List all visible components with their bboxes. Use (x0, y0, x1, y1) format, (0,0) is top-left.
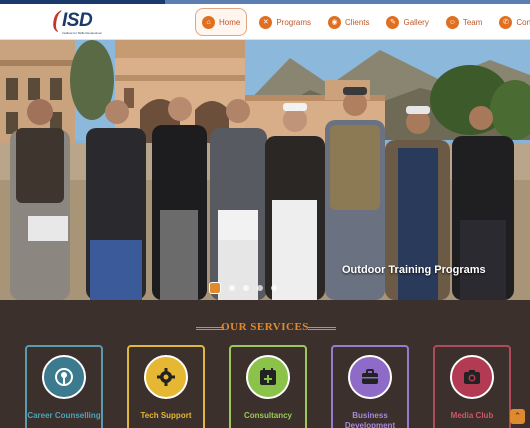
nav-item-programs[interactable]: ✕ Programs (254, 8, 316, 36)
service-card-tech-support[interactable]: Tech Support (127, 345, 205, 428)
header-top-strip (0, 0, 530, 4)
hero-photo (0, 40, 530, 300)
nav-item-label: Contact (516, 17, 530, 27)
slider-dot-3[interactable] (243, 285, 249, 291)
service-card-label: Business Development (344, 411, 396, 428)
service-card-career-counselling[interactable]: Career Counselling (25, 345, 103, 428)
gallery-icon: ✎ (386, 15, 400, 29)
mic-icon (42, 355, 86, 399)
title-divider-right (308, 327, 336, 330)
nav-item-gallery[interactable]: ✎ Gallery (381, 8, 433, 36)
service-card-business-development[interactable]: Business Development (331, 345, 409, 428)
logo-text: ISD (62, 10, 93, 31)
site-logo[interactable]: ( ISD Institute for Skills Development (52, 6, 112, 38)
nav-item-label: Home (219, 17, 241, 27)
service-card-consultancy[interactable]: Consultancy (229, 345, 307, 428)
nav-item-label: Programs (276, 17, 312, 27)
clients-icon: ◉ (328, 15, 342, 29)
site-header: ( ISD Institute for Skills Development ⌂… (0, 0, 530, 40)
slider-dot-2[interactable] (229, 285, 235, 291)
service-card-label: Consultancy (243, 411, 292, 420)
slider-dots (209, 282, 285, 294)
nav-item-label: Clients (345, 17, 370, 27)
nav-item-clients[interactable]: ◉ Clients (323, 8, 374, 36)
team-icon: ☺ (445, 15, 459, 29)
hero-slider[interactable]: Outdoor Training Programs (0, 40, 530, 300)
logo-mark: ( (52, 7, 60, 33)
service-card-label: Tech Support (140, 411, 192, 420)
logo-tagline: Institute for Skills Development (62, 31, 102, 34)
briefcase-icon (348, 355, 392, 399)
slider-dot-4[interactable] (257, 285, 263, 291)
programs-icon: ✕ (259, 15, 273, 29)
nav-item-label: Gallery (403, 17, 429, 27)
slide-caption: Outdoor Training Programs (342, 264, 486, 276)
nav-item-label: Team (462, 17, 483, 27)
slider-dot-5[interactable] (271, 285, 277, 291)
services-title: OUR SERVICES (221, 321, 309, 333)
service-card-label: Media Club (450, 411, 494, 420)
contact-icon: ✆ (499, 15, 513, 29)
service-card-label: Career Counselling (27, 411, 101, 420)
service-card-media-club[interactable]: Media Club (433, 345, 511, 428)
chevron-up-icon: ⌃ (513, 411, 522, 421)
nav-item-contact[interactable]: ✆ Contact (494, 8, 530, 36)
nav-item-team[interactable]: ☺ Team (441, 8, 488, 36)
slider-dot-1[interactable] (209, 282, 221, 294)
gear-icon (144, 355, 188, 399)
calendar-plus-icon (246, 355, 290, 399)
camera-icon (450, 355, 494, 399)
main-nav: ⌂ Home ✕ Programs ◉ Clients ✎ Gallery ☺ … (195, 8, 530, 36)
back-to-top-button[interactable]: ⌃ (510, 409, 525, 424)
nav-item-home[interactable]: ⌂ Home (195, 8, 248, 36)
home-icon: ⌂ (202, 15, 215, 29)
